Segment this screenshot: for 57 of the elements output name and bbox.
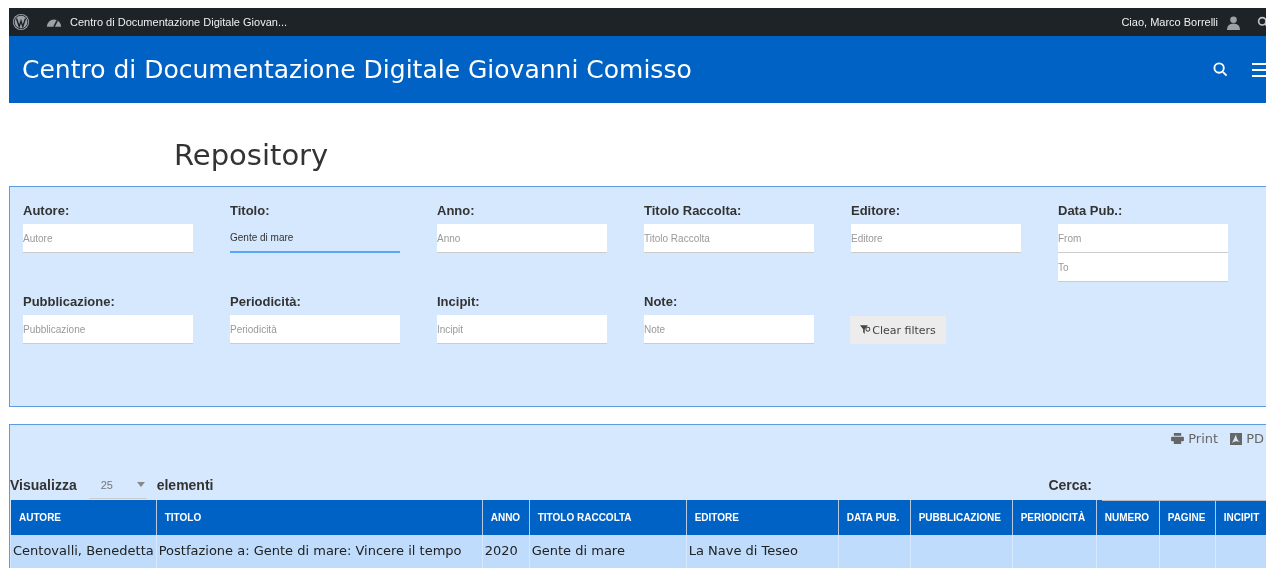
filter-label: Note: <box>644 294 679 310</box>
printer-icon <box>1171 433 1185 444</box>
filter-input-field[interactable]: Autore <box>23 224 193 253</box>
column-header[interactable]: TITOLO RACCOLTA <box>529 500 687 535</box>
export-button[interactable]: PD <box>1230 431 1264 446</box>
filter-label: Incipit: <box>437 294 481 310</box>
column-header[interactable]: PUBBLICAZIONE <box>910 500 1013 535</box>
user-icon[interactable] <box>1226 14 1241 30</box>
filter-clear-icon <box>860 325 872 335</box>
menu-icon[interactable] <box>1252 61 1266 78</box>
filter-label: Titolo: <box>230 203 271 219</box>
table-cell: Centovalli, Benedetta <box>11 535 157 568</box>
column-header[interactable]: ANNO <box>482 500 530 535</box>
column-header[interactable]: PAGINE <box>1159 500 1216 535</box>
page-title: Repository <box>174 137 330 173</box>
table-cell: 2020 <box>482 535 530 568</box>
export-button[interactable]: Print <box>1171 431 1219 446</box>
filter-input-field[interactable]: Note <box>644 315 814 344</box>
column-header[interactable]: DATA PUB. <box>838 500 911 535</box>
page-length-select[interactable]: 25 <box>88 471 147 499</box>
filter-input-field[interactable]: Titolo Raccolta <box>644 224 814 253</box>
table-cell: La Nave di Teseo <box>686 535 839 568</box>
filter-input-field[interactable]: Editore <box>851 224 1021 253</box>
filter-label: Pubblicazione: <box>23 294 116 310</box>
table-cell: Postfazione a: Gente di mare: Vincere il tempo <box>156 535 483 568</box>
column-header[interactable]: AUTORE <box>11 500 157 535</box>
filter-input-field[interactable]: From <box>1058 224 1228 253</box>
column-header[interactable]: NUMERO <box>1096 500 1160 535</box>
filter-label: Data Pub.: <box>1058 203 1124 219</box>
filter-input-field[interactable]: Gente di mare <box>230 224 400 253</box>
search-label: Cerca: <box>1048 477 1092 493</box>
caret-icon <box>136 482 145 487</box>
user-greeting-link[interactable]: Ciao, Marco Borrelli <box>1121 16 1218 28</box>
filter-label: Periodicità: <box>230 294 302 310</box>
filter-label: Editore: <box>851 203 902 219</box>
wordpress-logo-icon[interactable] <box>12 13 30 31</box>
length-label: elementi <box>156 477 214 493</box>
filter-input-field[interactable]: Pubblicazione <box>23 315 193 344</box>
column-header[interactable]: EDITORE <box>686 500 839 535</box>
search-icon[interactable] <box>1213 62 1228 77</box>
table-cell: Gente di mare <box>529 535 687 568</box>
filter-label: Autore: <box>23 203 71 219</box>
clear-filters-button[interactable]: Clear filters <box>850 316 946 344</box>
filter-label: Titolo Raccolta: <box>644 203 743 219</box>
column-header[interactable]: INCIPIT <box>1215 500 1266 535</box>
filter-input-field[interactable]: Incipit <box>437 315 607 344</box>
search-icon[interactable] <box>1257 15 1266 29</box>
column-header[interactable]: PERIODICITÀ <box>1012 500 1097 535</box>
column-header[interactable]: TITOLO <box>156 500 483 535</box>
site-title[interactable]: Centro di Documentazione Digitale Giovanni Comisso <box>22 55 692 84</box>
site-name-link[interactable]: Centro di Documentazione Digitale Giovan... <box>70 16 288 28</box>
length-label: Visualizza <box>10 477 77 493</box>
filter-input-field[interactable]: Anno <box>437 224 607 253</box>
filter-input-field[interactable]: Periodicità <box>230 315 400 344</box>
pdf-file-icon <box>1230 432 1243 445</box>
filter-input-field[interactable]: To <box>1058 253 1228 282</box>
filter-label: Anno: <box>437 203 476 219</box>
